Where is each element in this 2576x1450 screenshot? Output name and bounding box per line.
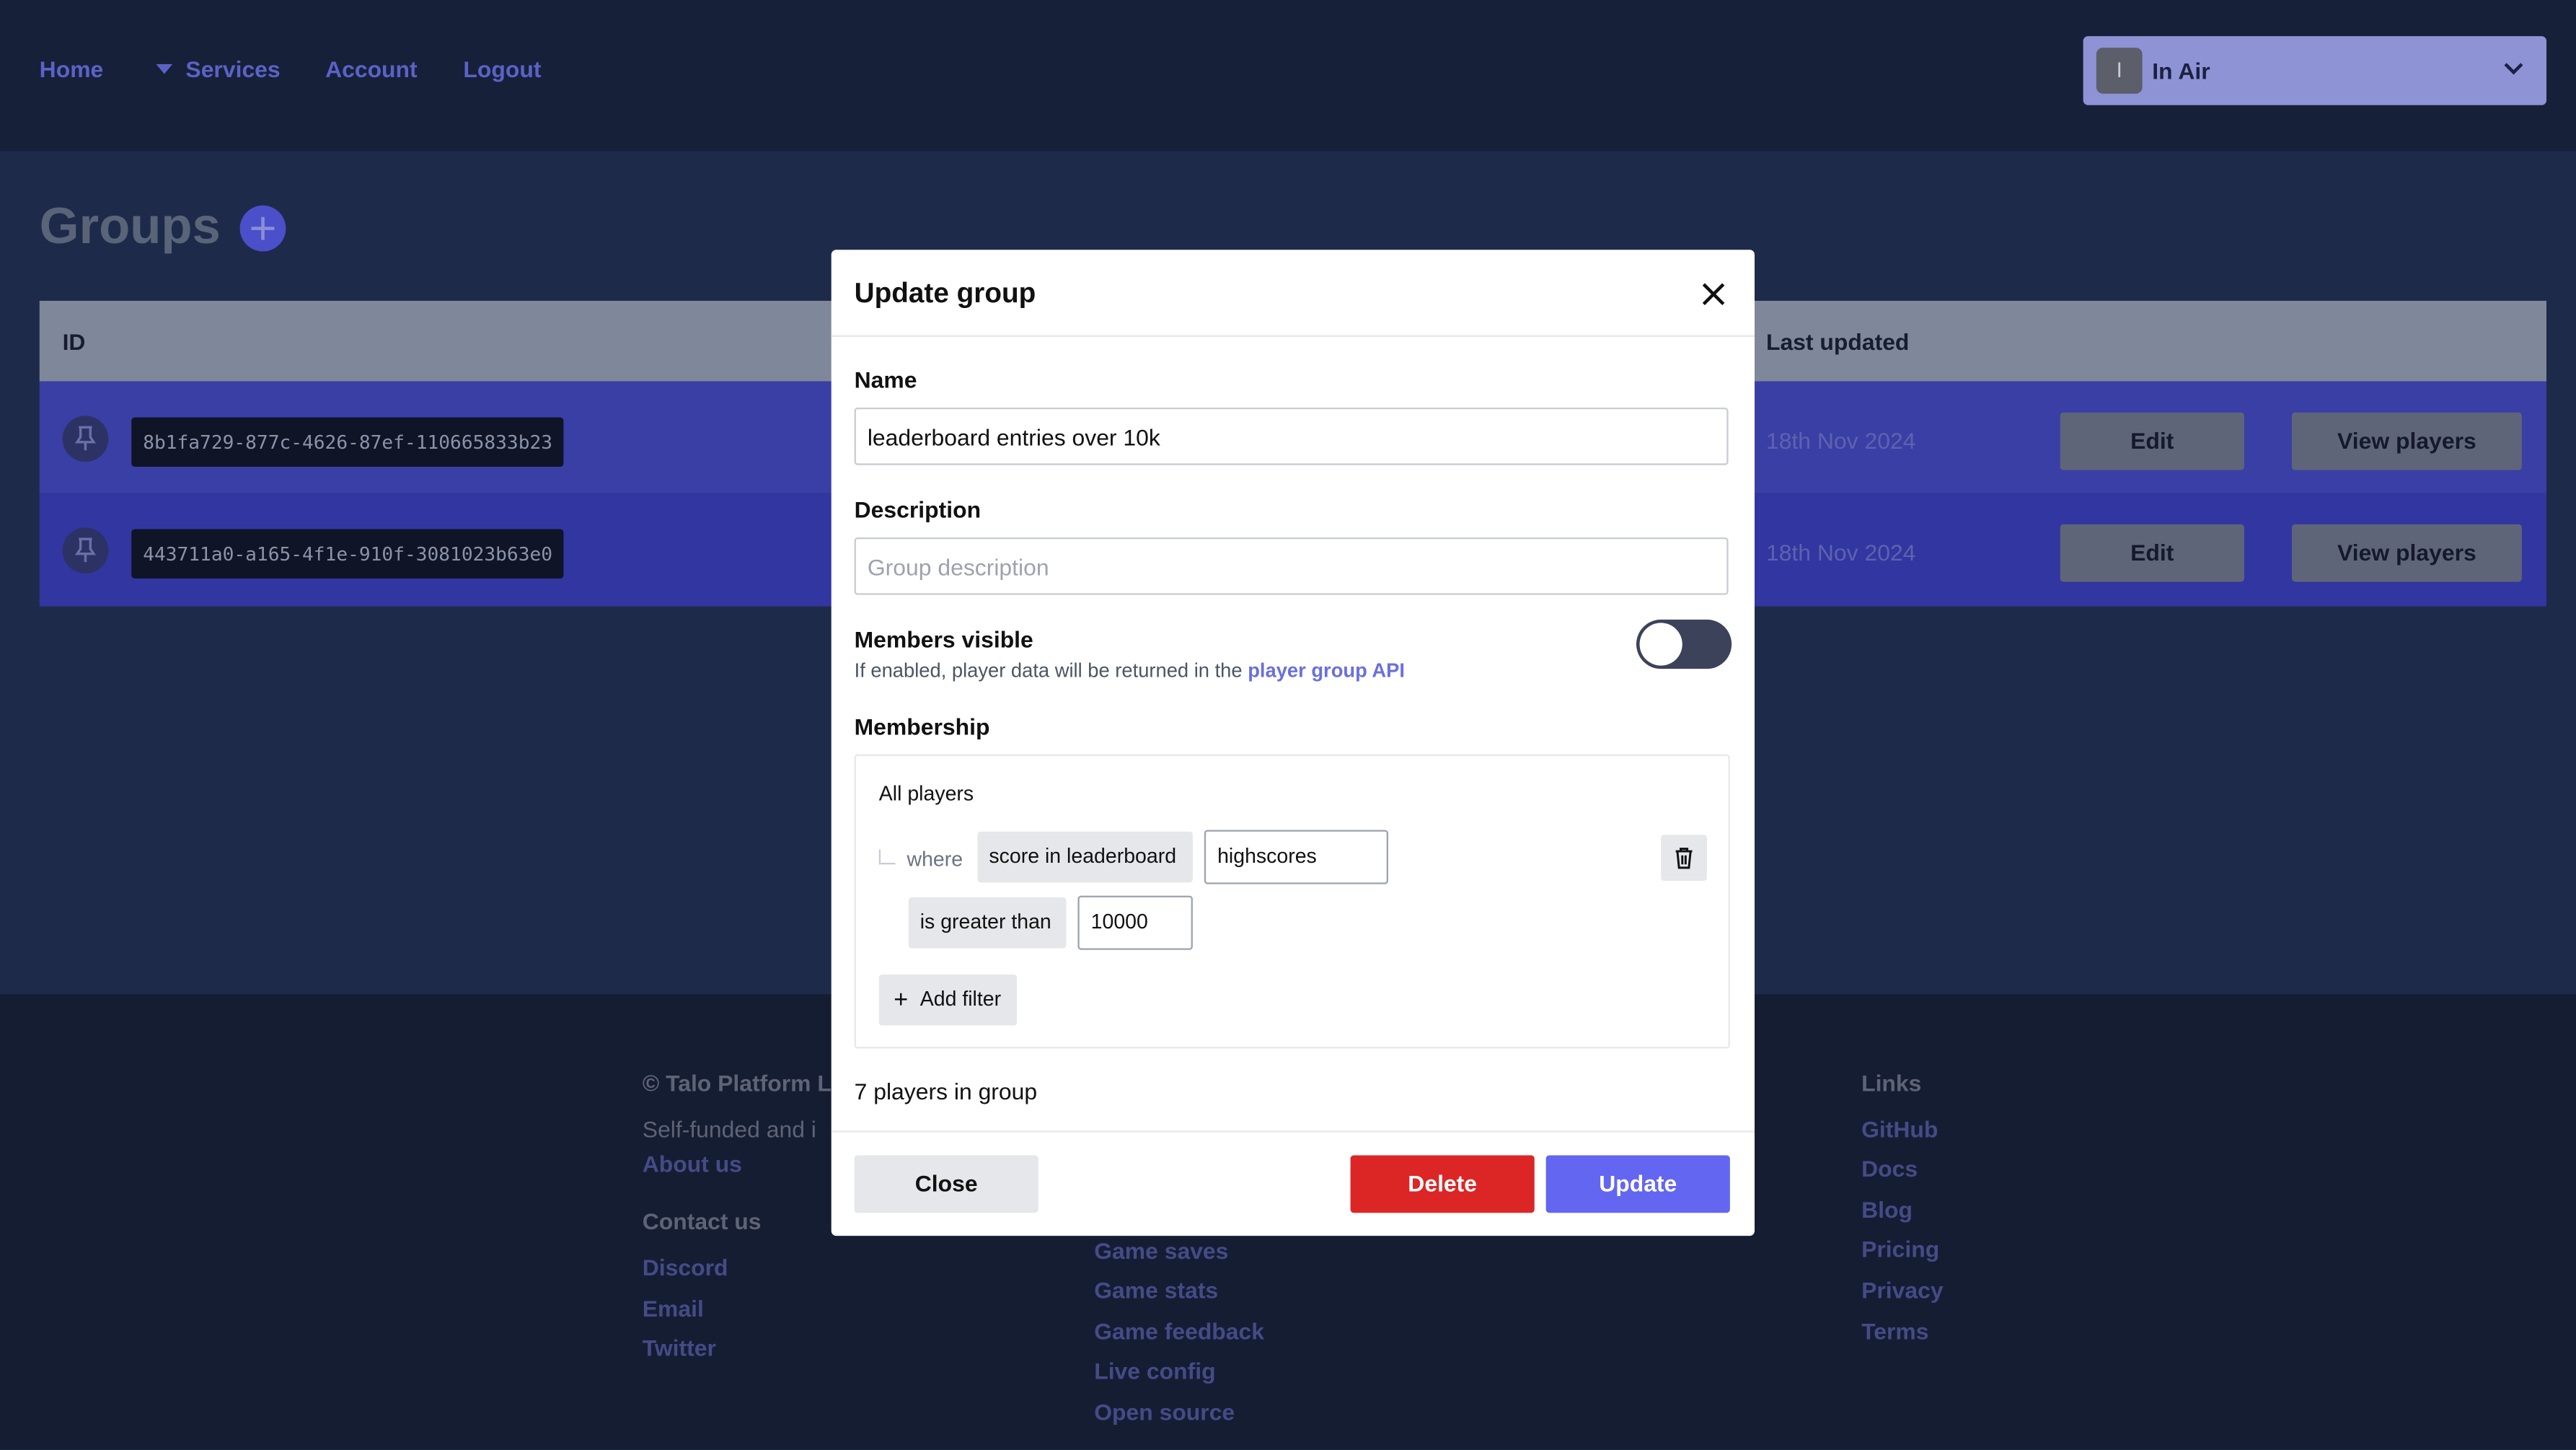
footer-terms-link[interactable]: Terms	[1861, 1318, 1928, 1344]
column-header-id: ID	[62, 328, 86, 356]
pin-icon	[74, 426, 97, 451]
group-id: 8b1fa729-877c-4626-87ef-110665833b23	[131, 417, 564, 467]
edit-button[interactable]: Edit	[2060, 524, 2244, 582]
plus-icon: +	[894, 985, 909, 1014]
operator-select[interactable]: is greater than	[908, 897, 1067, 949]
membership-rules: All players where score in leaderboard h…	[854, 754, 1730, 1049]
footer-blog-link[interactable]: Blog	[1861, 1196, 1913, 1222]
footer-privacy-link[interactable]: Privacy	[1861, 1277, 1944, 1303]
game-name: In Air	[2152, 57, 2210, 84]
delete-button[interactable]: Delete	[1350, 1155, 1535, 1213]
add-filter-label: Add filter	[919, 988, 1002, 1011]
last-updated: 18th Nov 2024	[1765, 539, 1916, 566]
modal-title: Update group	[854, 277, 1036, 309]
footer-contact-heading: Contact us	[642, 1208, 762, 1234]
view-players-button[interactable]: View players	[2291, 524, 2522, 582]
footer-copyright: © Talo Platform L	[642, 1070, 832, 1097]
leaderboard-input[interactable]: highscores	[1204, 830, 1388, 884]
delete-rule-button[interactable]	[1661, 835, 1707, 882]
page-title: Groups	[39, 197, 221, 255]
name-label: Name	[854, 366, 917, 393]
name-input[interactable]	[854, 407, 1729, 465]
pin-icon	[74, 537, 97, 563]
pin-button[interactable]	[62, 416, 109, 462]
group-id: 443711a0-a165-4f1e-910f-3081023b63e0	[131, 529, 564, 579]
hint-text: If enabled, player data will be returned…	[854, 659, 1243, 682]
view-players-button[interactable]: View players	[2291, 412, 2522, 470]
members-visible-label: Members visible	[854, 625, 1033, 653]
divider	[831, 335, 1755, 338]
footer-open-source-link[interactable]: Open source	[1094, 1399, 1235, 1425]
footer-about-link[interactable]: About us	[643, 1151, 742, 1177]
pin-button[interactable]	[62, 527, 109, 574]
nav-services-menu[interactable]: Services	[156, 56, 281, 82]
footer-pricing-link[interactable]: Pricing	[1861, 1236, 1939, 1262]
player-group-api-link[interactable]: player group API	[1248, 659, 1405, 682]
tree-connector	[878, 849, 896, 865]
last-updated: 18th Nov 2024	[1765, 427, 1916, 454]
footer-game-saves-link[interactable]: Game saves	[1094, 1237, 1228, 1263]
members-visible-hint: If enabled, player data will be returned…	[855, 659, 1405, 682]
footer-docs-link[interactable]: Docs	[1861, 1156, 1918, 1182]
edit-button[interactable]: Edit	[2060, 412, 2244, 470]
footer-github-link[interactable]: GitHub	[1861, 1116, 1938, 1142]
chevron-down-icon	[2504, 63, 2523, 75]
trash-icon	[1675, 848, 1693, 869]
description-label: Description	[854, 496, 982, 523]
nav-account-link[interactable]: Account	[325, 56, 418, 82]
toggle-knob	[1639, 623, 1682, 666]
footer-game-stats-link[interactable]: Game stats	[1094, 1277, 1218, 1303]
update-group-modal: Update group Name Description Members vi…	[831, 250, 1755, 1236]
add-group-button[interactable]	[239, 205, 286, 252]
nav-home-link[interactable]: Home	[40, 56, 104, 82]
update-button[interactable]: Update	[1545, 1155, 1730, 1213]
description-input[interactable]	[854, 537, 1729, 595]
top-nav-bar: Home Services Account Logout I In Air	[0, 0, 2576, 151]
caret-down-icon	[156, 63, 173, 74]
nav-services-label: Services	[185, 56, 281, 82]
footer-twitter-link[interactable]: Twitter	[643, 1335, 716, 1361]
nav-logout-link[interactable]: Logout	[463, 56, 541, 82]
footer-tagline: Self-funded and i	[642, 1115, 816, 1143]
rule-root: All players	[878, 782, 974, 806]
footer-discord-link[interactable]: Discord	[643, 1254, 728, 1280]
game-switcher[interactable]: I In Air	[2083, 36, 2547, 105]
footer-game-feedback-link[interactable]: Game feedback	[1094, 1318, 1264, 1344]
operand-input[interactable]: 10000	[1077, 895, 1193, 950]
close-button[interactable]: Close	[854, 1155, 1038, 1213]
rule-field-select[interactable]: score in leaderboard	[977, 831, 1193, 883]
plus-icon	[251, 216, 275, 240]
column-header-last-updated: Last updated	[1765, 328, 1910, 356]
membership-label: Membership	[854, 713, 990, 740]
add-filter-button[interactable]: + Add filter	[878, 974, 1018, 1026]
players-count: 7 players in group	[854, 1078, 1038, 1104]
footer-links-heading: Links	[1861, 1070, 1922, 1097]
divider	[831, 1130, 1755, 1133]
footer-email-link[interactable]: Email	[643, 1295, 704, 1321]
where-label: where	[907, 848, 963, 871]
members-visible-toggle[interactable]	[1636, 619, 1732, 669]
game-avatar: I	[2096, 48, 2143, 94]
close-icon[interactable]	[1699, 279, 1729, 309]
footer-live-config-link[interactable]: Live config	[1094, 1358, 1215, 1384]
